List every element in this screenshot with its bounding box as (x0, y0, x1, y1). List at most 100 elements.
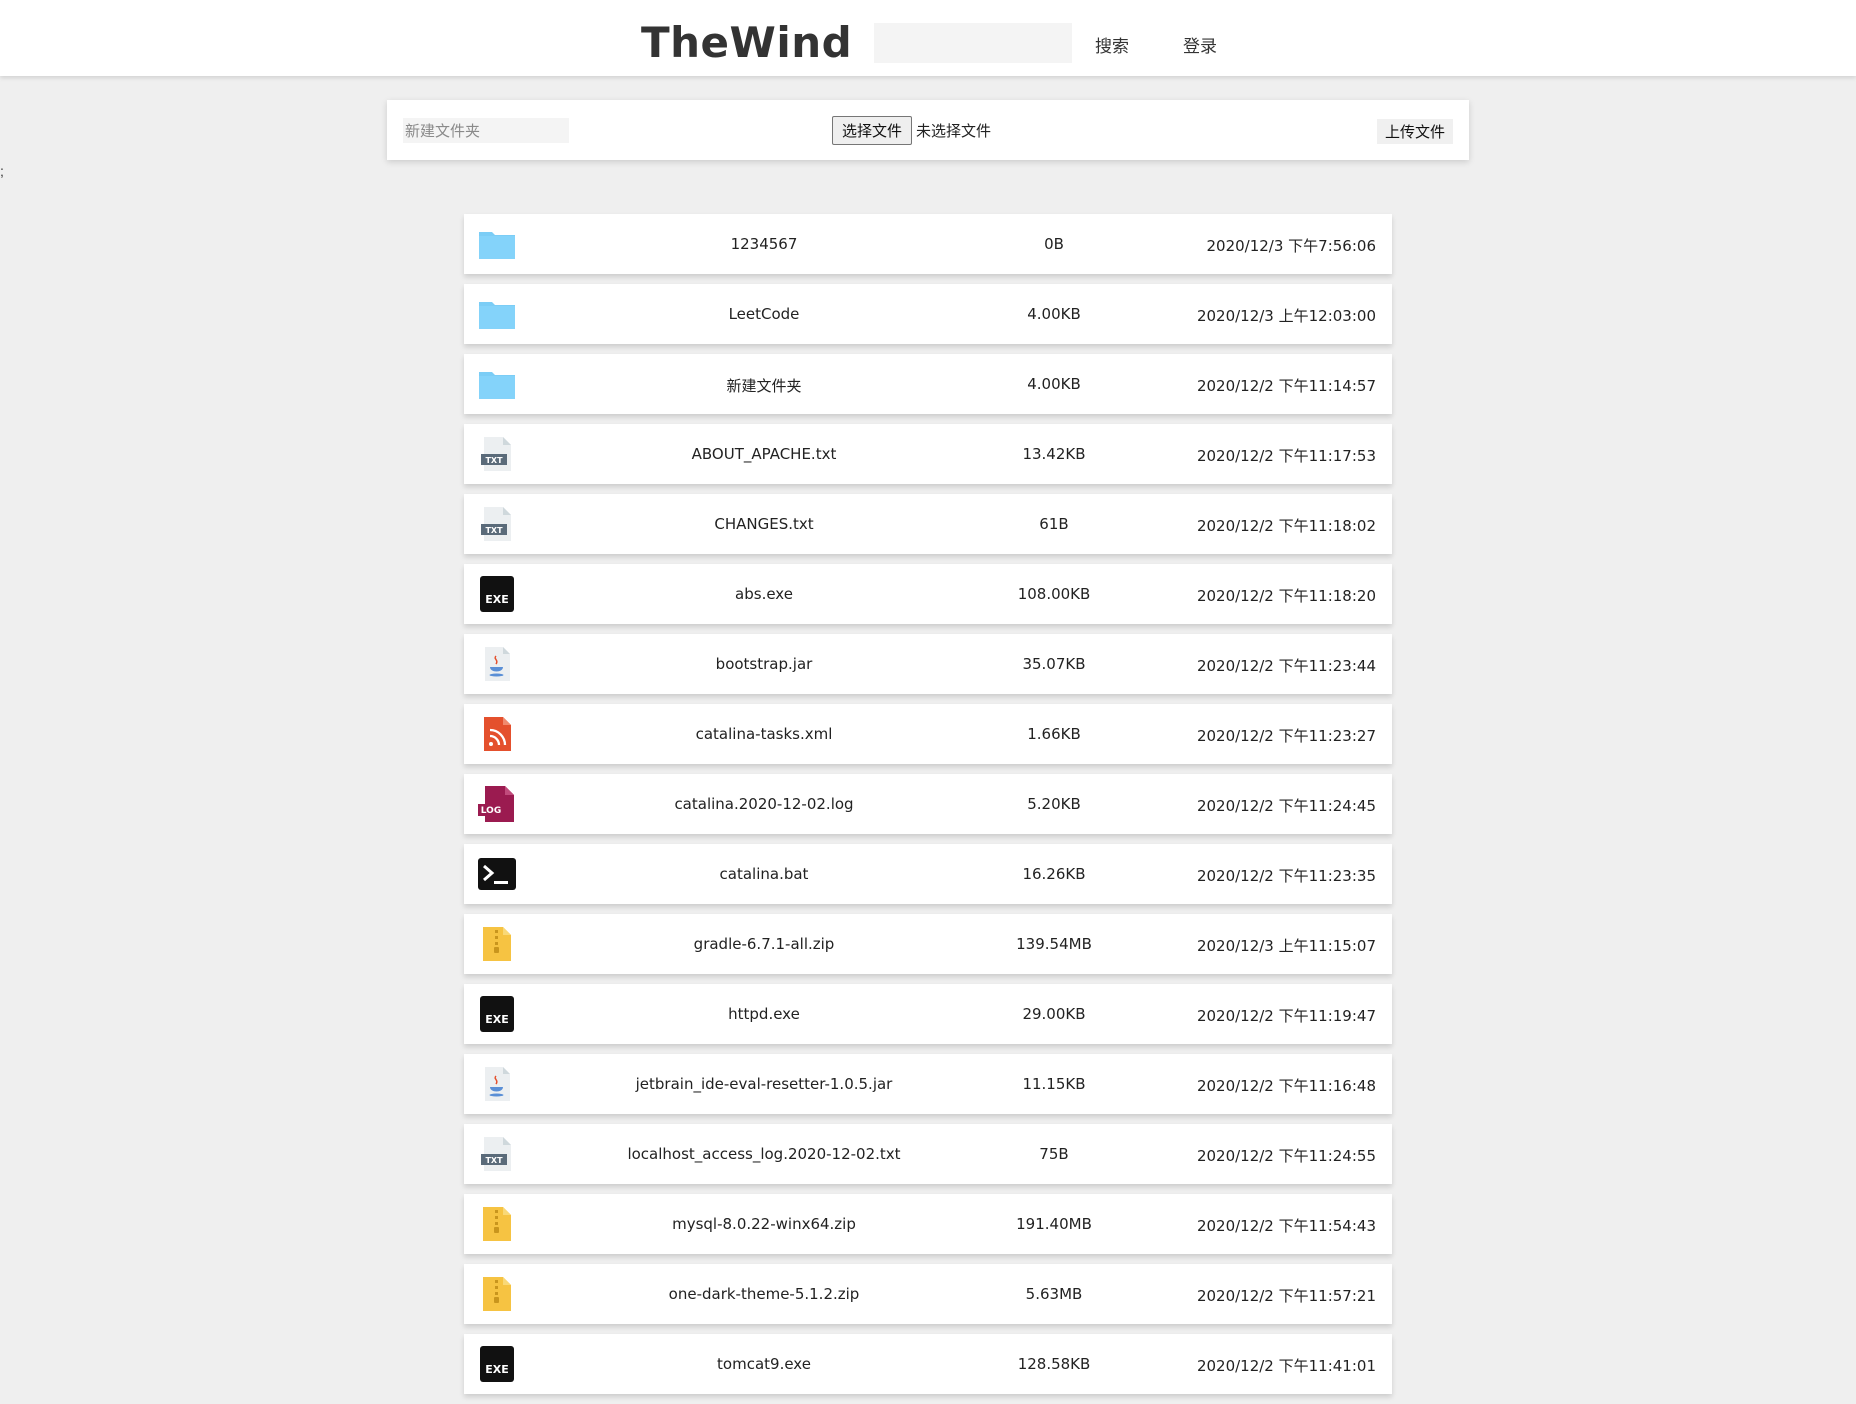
file-name[interactable]: ABOUT_APACHE.txt (604, 445, 924, 463)
file-date: 2020/12/2 下午11:18:02 (1196, 517, 1376, 535)
file-date: 2020/12/3 上午11:15:07 (1196, 937, 1376, 955)
file-row[interactable]: one-dark-theme-5.1.2.zip 5.63MB 2020/12/2 … (464, 1264, 1392, 1324)
file-size: 35.07KB (1022, 655, 1086, 673)
file-size: 11.15KB (1022, 1075, 1086, 1093)
file-size: 75B (1039, 1145, 1069, 1163)
file-name[interactable]: bootstrap.jar (604, 655, 924, 673)
file-date: 2020/12/2 下午11:24:55 (1196, 1147, 1376, 1165)
choose-file-button[interactable]: 选择文件 (832, 116, 912, 145)
file-row[interactable]: 新建文件夹 4.00KB 2020/12/2 下午11:14:57 (464, 354, 1392, 414)
file-size: 108.00KB (1017, 585, 1091, 603)
file-size: 128.58KB (1017, 1355, 1091, 1373)
file-size: 4.00KB (1027, 375, 1081, 393)
file-date: 2020/12/2 下午11:19:47 (1196, 1007, 1376, 1025)
file-name[interactable]: CHANGES.txt (604, 515, 924, 533)
search-input[interactable] (874, 23, 1072, 63)
file-date: 2020/12/3 上午12:03:00 (1196, 307, 1376, 325)
file-row[interactable]: TXT localhost_access_log.2020-12-02.txt 75… (464, 1124, 1392, 1184)
file-row[interactable]: mysql-8.0.22-winx64.zip 191.40MB 2020/12/2… (464, 1194, 1392, 1254)
file-name[interactable]: 1234567 (604, 235, 924, 253)
file-date: 2020/12/3 下午7:56:06 (1206, 237, 1376, 255)
file-date: 2020/12/2 下午11:17:53 (1196, 447, 1376, 465)
zip-file-icon (478, 926, 516, 962)
file-date: 2020/12/2 下午11:23:44 (1196, 657, 1376, 675)
file-name[interactable]: one-dark-theme-5.1.2.zip (604, 1285, 924, 1303)
file-row[interactable]: LeetCode 4.00KB 2020/12/3 上午12:03:00 (464, 284, 1392, 344)
svg-text:EXE: EXE (485, 1363, 509, 1376)
file-name[interactable]: 新建文件夹 (604, 375, 924, 396)
svg-text:LOG: LOG (481, 806, 501, 816)
file-row[interactable]: EXE abs.exe 108.00KB 2020/12/2 下午11:18:20 (464, 564, 1392, 624)
exe-file-icon: EXE (478, 996, 516, 1032)
file-row[interactable]: catalina-tasks.xml 1.66KB 2020/12/2 下午11:2… (464, 704, 1392, 764)
file-size: 4.00KB (1027, 305, 1081, 323)
svg-text:EXE: EXE (485, 1013, 509, 1026)
zip-file-icon (478, 1206, 516, 1242)
file-date: 2020/12/2 下午11:41:01 (1196, 1357, 1376, 1375)
jar-file-icon (478, 1066, 516, 1102)
file-date: 2020/12/2 下午11:16:48 (1196, 1077, 1376, 1095)
svg-text:TXT: TXT (485, 526, 503, 535)
file-name[interactable]: abs.exe (604, 585, 924, 603)
file-row[interactable]: TXT ABOUT_APACHE.txt 13.42KB 2020/12/2 下午11… (464, 424, 1392, 484)
file-row[interactable]: EXE tomcat9.exe 128.58KB 2020/12/2 下午11:41:… (464, 1334, 1392, 1394)
file-name[interactable]: catalina.bat (604, 865, 924, 883)
file-date: 2020/12/2 下午11:23:27 (1196, 727, 1376, 745)
file-name[interactable]: mysql-8.0.22-winx64.zip (604, 1215, 924, 1233)
file-date: 2020/12/2 下午11:57:21 (1196, 1287, 1376, 1305)
new-folder-input[interactable] (403, 118, 569, 143)
file-size: 191.40MB (1016, 1215, 1092, 1233)
file-row[interactable]: TXT CHANGES.txt 61B 2020/12/2 下午11:18:02 (464, 494, 1392, 554)
top-navbar: TheWind 搜索 登录 (0, 0, 1856, 76)
bat-file-icon (478, 856, 516, 892)
file-name[interactable]: catalina.2020-12-02.log (604, 795, 924, 813)
file-date: 2020/12/2 下午11:14:57 (1196, 377, 1376, 395)
file-name[interactable]: gradle-6.7.1-all.zip (604, 935, 924, 953)
file-size: 0B (1044, 235, 1064, 253)
txt-file-icon: TXT (478, 506, 516, 542)
file-row[interactable]: EXE httpd.exe 29.00KB 2020/12/2 下午11:19:47 (464, 984, 1392, 1044)
svg-text:TXT: TXT (485, 1156, 503, 1165)
file-size: 5.20KB (1027, 795, 1081, 813)
file-size: 139.54MB (1016, 935, 1092, 953)
file-size: 13.42KB (1022, 445, 1086, 463)
file-name[interactable]: LeetCode (604, 305, 924, 323)
file-name[interactable]: catalina-tasks.xml (604, 725, 924, 743)
folder-icon (478, 296, 516, 332)
search-link[interactable]: 搜索 (1095, 32, 1129, 57)
file-row[interactable]: gradle-6.7.1-all.zip 139.54MB 2020/12/3 上午… (464, 914, 1392, 974)
no-file-selected-label: 未选择文件 (916, 122, 992, 140)
svg-text:TXT: TXT (485, 456, 503, 465)
txt-file-icon: TXT (478, 436, 516, 472)
zip-file-icon (478, 1276, 516, 1312)
file-name[interactable]: localhost_access_log.2020-12-02.txt (604, 1145, 924, 1163)
upload-toolbar: 选择文件 未选择文件 上传文件 (387, 100, 1469, 160)
upload-file-button[interactable]: 上传文件 (1377, 119, 1453, 144)
exe-file-icon: EXE (478, 576, 516, 612)
file-row[interactable]: catalina.bat 16.26KB 2020/12/2 下午11:23:35 (464, 844, 1392, 904)
file-name[interactable]: tomcat9.exe (604, 1355, 924, 1373)
exe-file-icon: EXE (478, 1346, 516, 1382)
folder-icon (478, 366, 516, 402)
file-row[interactable]: LOG catalina.2020-12-02.log 5.20KB 2020/12/… (464, 774, 1392, 834)
xml-file-icon (478, 716, 516, 752)
log-file-icon: LOG (478, 786, 516, 822)
file-date: 2020/12/2 下午11:54:43 (1196, 1217, 1376, 1235)
file-row[interactable]: jetbrain_ide-eval-resetter-1.0.5.jar 11.1… (464, 1054, 1392, 1114)
file-row[interactable]: 1234567 0B 2020/12/3 下午7:56:06 (464, 214, 1392, 274)
file-date: 2020/12/2 下午11:23:35 (1196, 867, 1376, 885)
jar-file-icon (478, 646, 516, 682)
file-size: 5.63MB (1025, 1285, 1083, 1303)
stray-text: ; (0, 163, 4, 179)
file-name[interactable]: jetbrain_ide-eval-resetter-1.0.5.jar (604, 1075, 924, 1093)
brand-logo[interactable]: TheWind (641, 18, 852, 67)
folder-icon (478, 226, 516, 262)
file-size: 1.66KB (1027, 725, 1081, 743)
file-size: 16.26KB (1022, 865, 1086, 883)
file-row[interactable]: bootstrap.jar 35.07KB 2020/12/2 下午11:23:44 (464, 634, 1392, 694)
login-link[interactable]: 登录 (1183, 32, 1217, 57)
file-name[interactable]: httpd.exe (604, 1005, 924, 1023)
file-size: 61B (1039, 515, 1069, 533)
file-date: 2020/12/2 下午11:18:20 (1196, 587, 1376, 605)
txt-file-icon: TXT (478, 1136, 516, 1172)
